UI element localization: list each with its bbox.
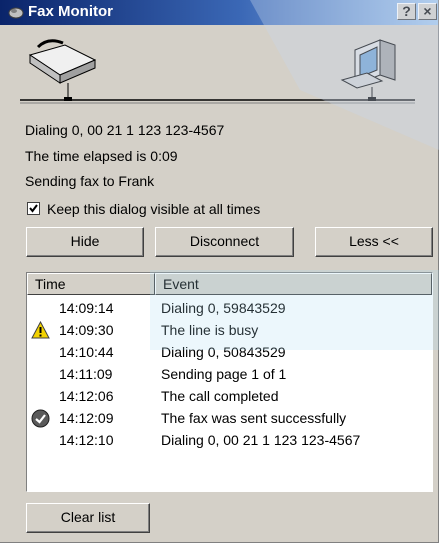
connection-diagram bbox=[20, 39, 415, 104]
event-time: 14:11:09 bbox=[59, 366, 113, 382]
event-time: 14:09:30 bbox=[59, 322, 114, 338]
list-item[interactable]: 14:11:09 Sending page 1 of 1 bbox=[27, 363, 432, 385]
event-time: 14:10:44 bbox=[59, 344, 114, 360]
keep-visible-label: Keep this dialog visible at all times bbox=[47, 201, 261, 217]
dialing-status-text: Dialing 0, 00 21 1 123 123-4567 bbox=[25, 122, 225, 138]
fax-monitor-window: Fax Monitor ? × Dialing 0, 00 21 1 123 1… bbox=[0, 0, 439, 543]
list-item[interactable]: 14:09:30 The line is busy bbox=[27, 319, 432, 341]
close-button[interactable]: × bbox=[418, 3, 437, 20]
event-text: The call completed bbox=[161, 388, 279, 404]
list-item[interactable]: 14:12:10 Dialing 0, 00 21 1 123 123-4567 bbox=[27, 429, 432, 451]
list-item[interactable]: 14:12:09 The fax was sent successfully bbox=[27, 407, 432, 429]
hide-button[interactable]: Hide bbox=[26, 227, 144, 257]
clear-list-button[interactable]: Clear list bbox=[26, 503, 150, 533]
event-text: Sending page 1 of 1 bbox=[161, 366, 287, 382]
list-item[interactable]: 14:09:14 Dialing 0, 59843529 bbox=[27, 297, 432, 319]
list-item[interactable]: 14:10:44 Dialing 0, 50843529 bbox=[27, 341, 432, 363]
warning-icon bbox=[31, 321, 50, 339]
event-time: 14:12:06 bbox=[59, 388, 114, 404]
list-item[interactable]: 14:12:06 The call completed bbox=[27, 385, 432, 407]
window-title: Fax Monitor bbox=[28, 3, 113, 20]
event-text: The fax was sent successfully bbox=[161, 410, 347, 426]
help-button[interactable]: ? bbox=[397, 3, 416, 20]
disconnect-button[interactable]: Disconnect bbox=[155, 227, 294, 257]
checkmark-icon bbox=[29, 204, 38, 213]
sending-status-text: Sending fax to Frank bbox=[25, 173, 155, 189]
title-bar[interactable]: Fax Monitor ? × bbox=[0, 0, 438, 25]
column-header-time[interactable]: Time bbox=[27, 273, 155, 295]
success-check-icon bbox=[31, 409, 50, 428]
event-text: The line is busy bbox=[161, 322, 259, 338]
fax-monitor-app-icon bbox=[8, 7, 24, 19]
elapsed-time-text: The time elapsed is 0:09 bbox=[25, 148, 178, 164]
event-time: 14:09:14 bbox=[59, 300, 114, 316]
computer-icon bbox=[340, 39, 396, 101]
event-text: Dialing 0, 00 21 1 123 123-4567 bbox=[161, 432, 361, 448]
fax-machine-icon bbox=[28, 39, 97, 101]
event-text: Dialing 0, 50843529 bbox=[161, 344, 286, 360]
less-button[interactable]: Less << bbox=[315, 227, 433, 257]
keep-visible-checkbox[interactable] bbox=[27, 202, 40, 215]
event-list[interactable]: Time Event 14:09:14 Dialing 0, 59843529 … bbox=[26, 272, 433, 492]
event-time: 14:12:09 bbox=[59, 410, 114, 426]
event-time: 14:12:10 bbox=[59, 432, 114, 448]
column-header-event[interactable]: Event bbox=[155, 273, 432, 295]
event-text: Dialing 0, 59843529 bbox=[161, 300, 286, 316]
